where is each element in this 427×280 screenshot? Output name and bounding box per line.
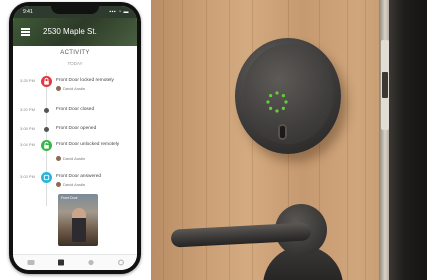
- snapshot-label: Front Door: [61, 196, 78, 200]
- settings-tab-icon[interactable]: [117, 259, 125, 266]
- house-address[interactable]: 2530 Maple St.: [43, 27, 97, 36]
- activity-item[interactable]: 3:04 PM Front Door unlocked remotely Dav…: [13, 140, 137, 162]
- smart-lock-photo: [151, 0, 427, 280]
- avatar: [56, 182, 61, 187]
- doorbell-icon: [41, 172, 52, 183]
- home-tab-icon[interactable]: [57, 259, 65, 266]
- activity-tab-icon[interactable]: [27, 259, 35, 266]
- status-time: 9:41: [23, 9, 33, 15]
- lock-icon: [41, 76, 52, 87]
- unlock-icon: [41, 140, 52, 151]
- activity-date: TODAY: [67, 61, 83, 66]
- tab-bar: [13, 254, 137, 270]
- phone-mockup: 9:41 ▪▪▪ ◔ ▬ 2530 Maple St. ACTIVITY TOD…: [9, 2, 141, 274]
- menu-icon[interactable]: [21, 28, 30, 36]
- dot-icon: [44, 108, 49, 113]
- activity-title: ACTIVITY: [60, 50, 90, 56]
- keychain-tab-icon[interactable]: [87, 259, 95, 266]
- activity-item[interactable]: 3:25 PM Front Door locked remotely David…: [13, 76, 137, 98]
- doorbell-snapshot[interactable]: Front Door: [58, 194, 98, 246]
- visitor-figure: [72, 208, 86, 242]
- activity-item[interactable]: 3:03 PM Front Door answered David Austin: [13, 172, 137, 194]
- door-frame: [389, 0, 427, 280]
- avatar: [56, 156, 61, 161]
- keyhole-icon: [278, 124, 287, 140]
- signal-icon: ▪▪▪ ◔ ▬: [109, 9, 129, 15]
- app-header: 2530 Maple St.: [13, 18, 137, 46]
- app-screen: 9:41 ▪▪▪ ◔ ▬ 2530 Maple St. ACTIVITY TOD…: [13, 6, 137, 270]
- avatar: [56, 86, 61, 91]
- led-ring-icon: [266, 91, 288, 113]
- dot-icon: [44, 127, 49, 132]
